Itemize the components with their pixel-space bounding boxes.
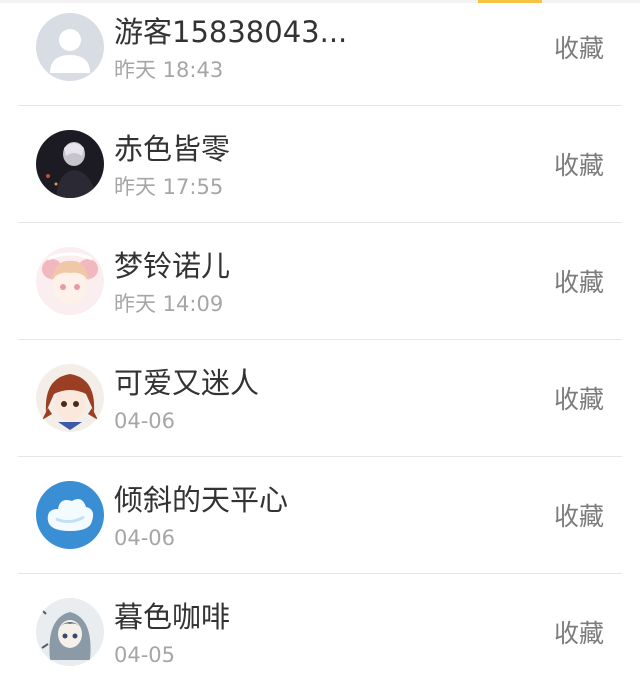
gray-anime-avatar-icon[interactable] — [36, 598, 104, 666]
favorite-button[interactable]: 收藏 — [554, 268, 604, 298]
list-item[interactable]: 暮色咖啡 04-05 收藏 — [0, 574, 640, 691]
default-user-avatar-icon[interactable] — [36, 13, 104, 81]
user-name: 暮色咖啡 — [114, 600, 231, 634]
user-name: 梦铃诺儿 — [114, 249, 231, 283]
favorite-button[interactable]: 收藏 — [554, 502, 604, 532]
timestamp: 04-06 — [114, 526, 176, 550]
list-item[interactable]: 可爱又迷人 04-06 收藏 — [0, 340, 640, 457]
user-name: 游客15838043... — [114, 15, 348, 49]
user-name: 可爱又迷人 — [114, 366, 260, 400]
dark-photo-avatar-icon[interactable] — [36, 130, 104, 198]
list-item[interactable]: 梦铃诺儿 昨天 14:09 收藏 — [0, 223, 640, 340]
user-name: 赤色皆零 — [114, 132, 231, 166]
timestamp: 昨天 18:43 — [114, 58, 224, 82]
timestamp: 昨天 14:09 — [114, 292, 224, 316]
cloud-sky-avatar-icon[interactable] — [36, 481, 104, 549]
favorite-button[interactable]: 收藏 — [554, 34, 604, 64]
pink-anime-avatar-icon[interactable] — [36, 247, 104, 315]
timestamp: 昨天 17:55 — [114, 175, 224, 199]
list-item[interactable]: 倾斜的天平心 04-06 收藏 — [0, 457, 640, 574]
timestamp: 04-05 — [114, 643, 176, 667]
list-item[interactable]: 游客15838043... 昨天 18:43 收藏 — [0, 0, 640, 106]
list-item[interactable]: 赤色皆零 昨天 17:55 收藏 — [0, 106, 640, 223]
user-name: 倾斜的天平心 — [114, 483, 289, 517]
brown-hair-anime-avatar-icon[interactable] — [36, 364, 104, 432]
favorite-button[interactable]: 收藏 — [554, 151, 604, 181]
favorite-button[interactable]: 收藏 — [554, 385, 604, 415]
timestamp: 04-06 — [114, 409, 176, 433]
favorite-button[interactable]: 收藏 — [554, 619, 604, 649]
